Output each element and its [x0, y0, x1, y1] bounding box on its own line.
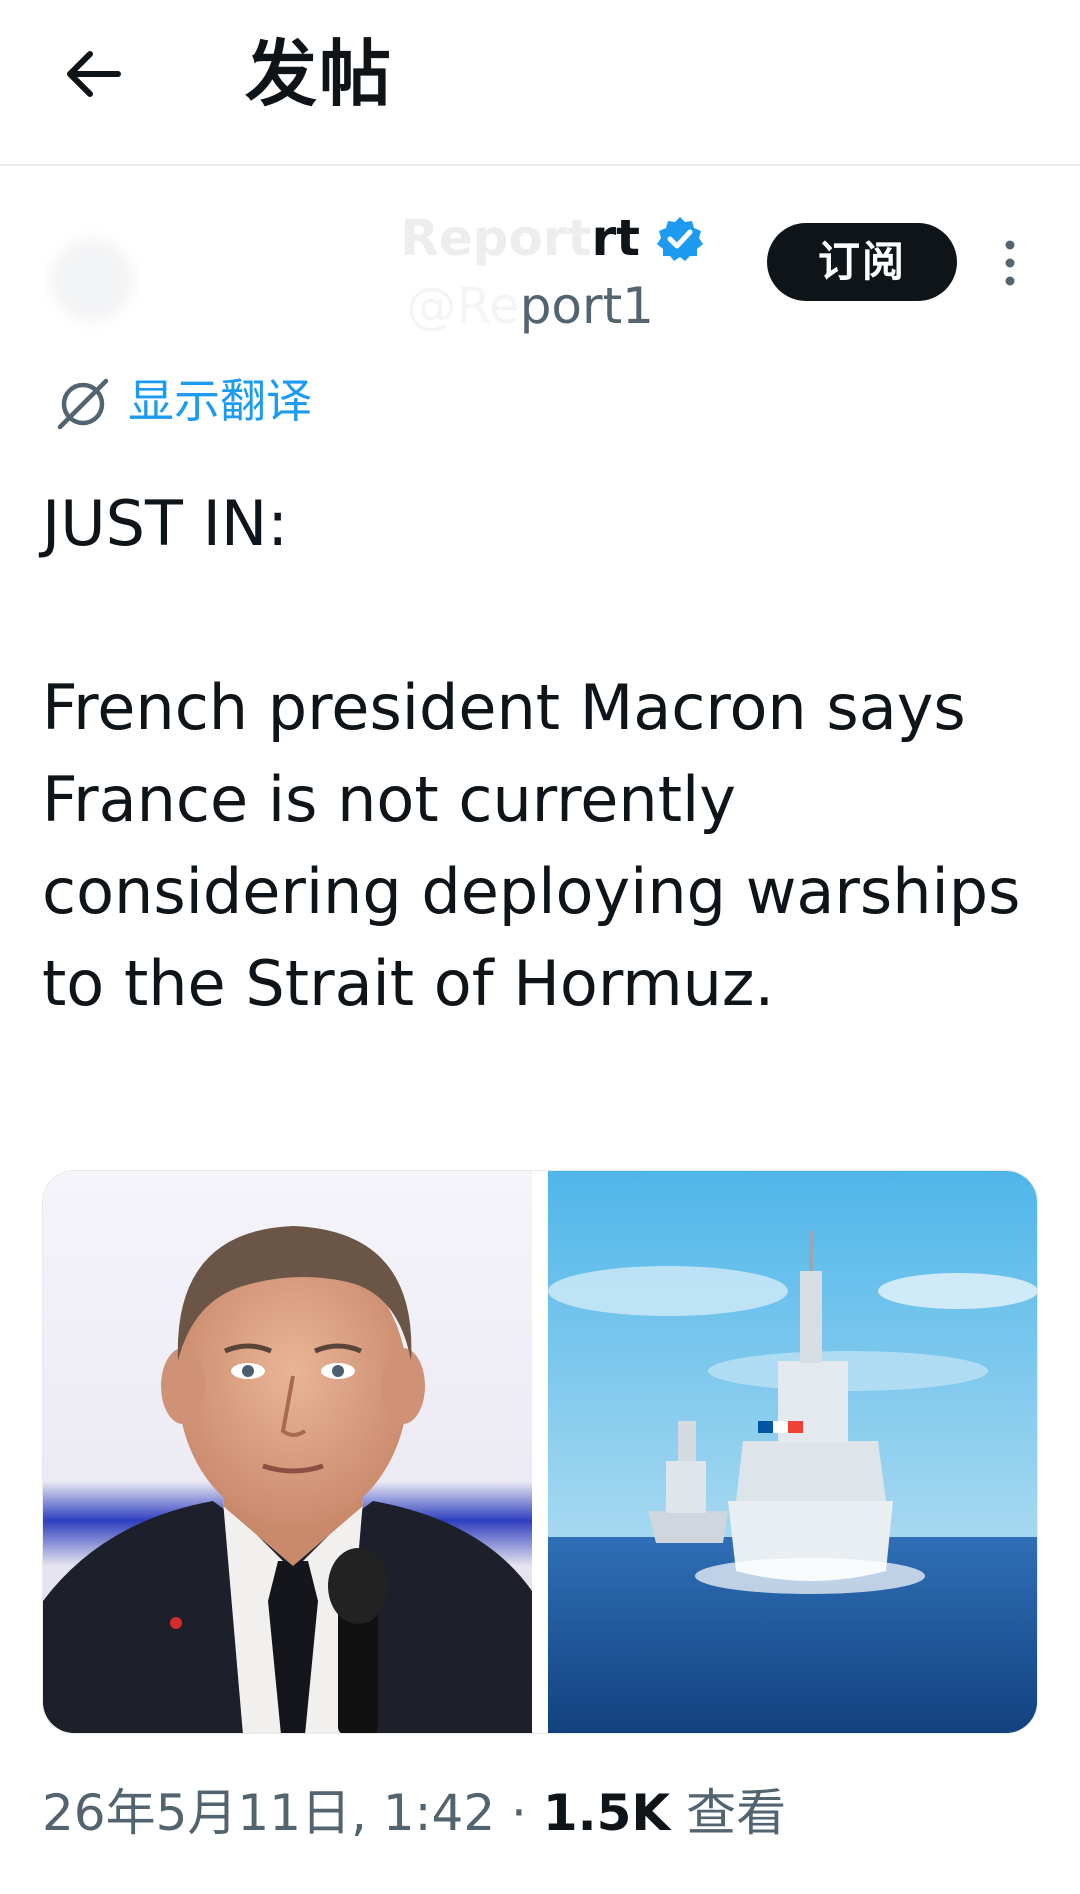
tweet-meta: 26年5月11日, 1:42 · 1.5K 查看	[42, 1778, 786, 1848]
photo-warships[interactable]	[548, 1171, 1037, 1733]
avatar[interactable]	[50, 238, 134, 322]
author-info[interactable]: Reportrt @Report1	[150, 200, 710, 340]
author-name[interactable]: Reportrt	[400, 208, 640, 268]
views-count: 1.5K	[542, 1784, 671, 1842]
timestamp[interactable]: 26年5月11日, 1:42	[42, 1784, 495, 1842]
tweet-text: JUST IN: French president Macron says Fr…	[42, 478, 1042, 1030]
back-button[interactable]	[62, 42, 126, 106]
views-label: 查看	[686, 1784, 787, 1842]
subscribe-button[interactable]: 订阅	[767, 223, 957, 301]
more-options-icon[interactable]	[996, 238, 1024, 288]
page-title: 发帖	[245, 32, 394, 116]
translate-globe-icon	[57, 378, 109, 430]
tweet-line-1: JUST IN:	[42, 487, 289, 560]
photo-macron[interactable]	[43, 1171, 532, 1733]
verified-badge-icon	[657, 217, 703, 261]
translate-label: 显示翻译	[128, 374, 312, 428]
author-handle[interactable]: @Report1	[406, 276, 654, 336]
tweet-line-2: French president Macron says France is n…	[42, 671, 1021, 1020]
meta-separator: ·	[511, 1784, 527, 1842]
media-grid	[42, 1170, 1038, 1734]
back-arrow-icon	[67, 51, 121, 97]
top-bar: 发帖	[0, 0, 1080, 166]
